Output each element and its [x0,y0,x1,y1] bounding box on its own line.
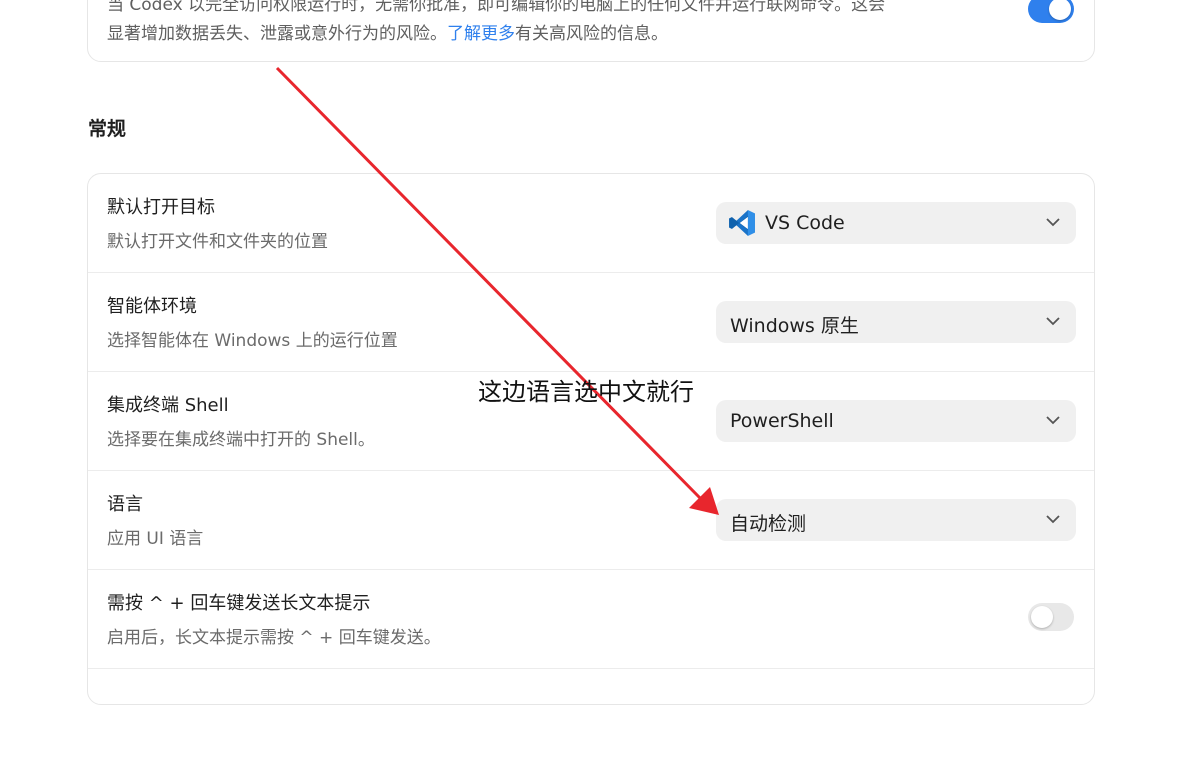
setting-title: 默认打开目标 [107,197,215,218]
toggle-knob [1031,606,1053,628]
chevron-down-icon [1046,416,1060,425]
setting-row-agent-environment: 智能体环境 选择智能体在 Windows 上的运行位置 Windows 原生 [88,272,1094,371]
full-access-description-line2: 显著增加数据丢失、泄露或意外行为的风险。了解更多有关高风险的信息。 [107,20,987,49]
section-heading-general: 常规 [88,118,127,140]
select-value: PowerShell [730,410,834,432]
setting-row-default-open-target: 默认打开目标 默认打开文件和文件夹的位置 VS Code [88,174,1094,272]
setting-title: 智能体环境 [107,296,197,317]
setting-row-terminal-shell: 集成终端 Shell 选择要在集成终端中打开的 Shell。 PowerShel… [88,371,1094,470]
description-text: 显著增加数据丢失、泄露或意外行为的风险。 [107,24,447,44]
chevron-down-icon [1046,218,1060,227]
full-access-description: 当 Codex 以完全访问权限运行时，无需你批准，即可编辑你的电脑上的任何文件并… [107,0,987,49]
select-value: Windows 原生 [730,315,859,337]
setting-description: 启用后，长文本提示需按 ^ + 回车键发送。 [107,628,441,648]
setting-title: 需按 ^ + 回车键发送长文本提示 [107,593,371,614]
chevron-down-icon [1046,515,1060,524]
agent-environment-select[interactable]: Windows 原生 [716,301,1076,343]
full-access-toggle[interactable] [1028,0,1074,23]
setting-description: 选择智能体在 Windows 上的运行位置 [107,331,398,351]
learn-more-link[interactable]: 了解更多 [447,24,515,44]
chevron-down-icon [1046,317,1060,326]
full-access-card: 当 Codex 以完全访问权限运行时，无需你批准，即可编辑你的电脑上的任何文件并… [87,0,1095,62]
setting-title: 语言 [107,494,143,515]
select-value: VS Code [765,212,845,234]
setting-title: 集成终端 Shell [107,395,229,416]
vscode-icon [729,210,755,236]
default-open-target-select[interactable]: VS Code [716,202,1076,244]
language-select[interactable]: 自动检测 [716,499,1076,541]
setting-row-language: 语言 应用 UI 语言 自动检测 [88,470,1094,569]
full-access-description-line1: 当 Codex 以完全访问权限运行时，无需你批准，即可编辑你的电脑上的任何文件并… [107,0,886,15]
general-settings-card: 默认打开目标 默认打开文件和文件夹的位置 VS Code 智能体环境 选择智能体… [87,173,1095,705]
setting-row-ctrl-enter: 需按 ^ + 回车键发送长文本提示 启用后，长文本提示需按 ^ + 回车键发送。 [88,569,1094,668]
setting-description: 默认打开文件和文件夹的位置 [107,232,328,252]
toggle-knob [1049,0,1071,20]
setting-description: 选择要在集成终端中打开的 Shell。 [107,430,375,450]
description-text-suffix: 有关高风险的信息。 [515,24,668,44]
ctrl-enter-toggle[interactable] [1028,603,1074,631]
select-value: 自动检测 [730,513,807,535]
setting-description: 应用 UI 语言 [107,529,204,549]
setting-row-next [88,668,1094,767]
terminal-shell-select[interactable]: PowerShell [716,400,1076,442]
